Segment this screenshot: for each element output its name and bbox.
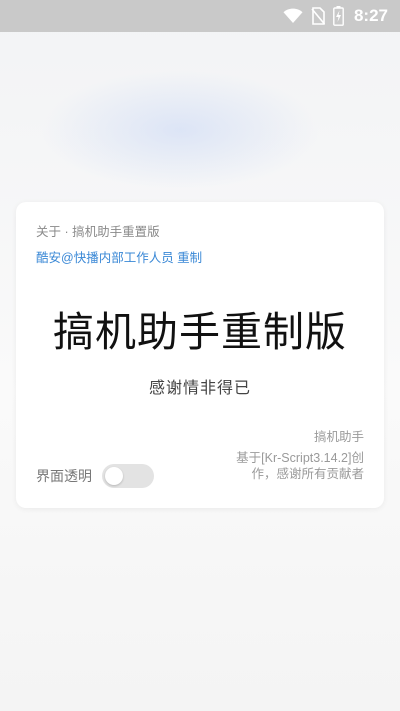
status-icons: 8:27: [283, 0, 388, 32]
author-link[interactable]: 酷安@快播内部工作人员 重制: [36, 247, 202, 266]
status-time: 8:27: [353, 6, 388, 25]
wifi-icon: [283, 8, 303, 24]
about-header: 关于 · 搞机助手重置版: [36, 225, 160, 239]
toggle-knob[interactable]: [105, 467, 123, 485]
no-sim-icon: [311, 7, 325, 25]
transparent-toggle[interactable]: [102, 464, 154, 488]
background-glow: [40, 70, 320, 190]
battery-charging-icon: [333, 6, 344, 26]
app-title: 搞机助手重制版: [53, 309, 347, 355]
app-name: 搞机助手: [313, 430, 364, 444]
credit-text: 基于[Kr-Script3.14.2]创作，感谢所有贡献者: [236, 451, 364, 481]
about-card: 关于 · 搞机助手重置版 酷安@快播内部工作人员 重制 搞机助手重制版 感谢情非…: [16, 202, 384, 508]
app-subtitle: 感谢情非得已: [148, 380, 251, 397]
status-bar: 8:27: [0, 0, 400, 32]
transparent-toggle-label: 界面透明: [36, 468, 92, 484]
